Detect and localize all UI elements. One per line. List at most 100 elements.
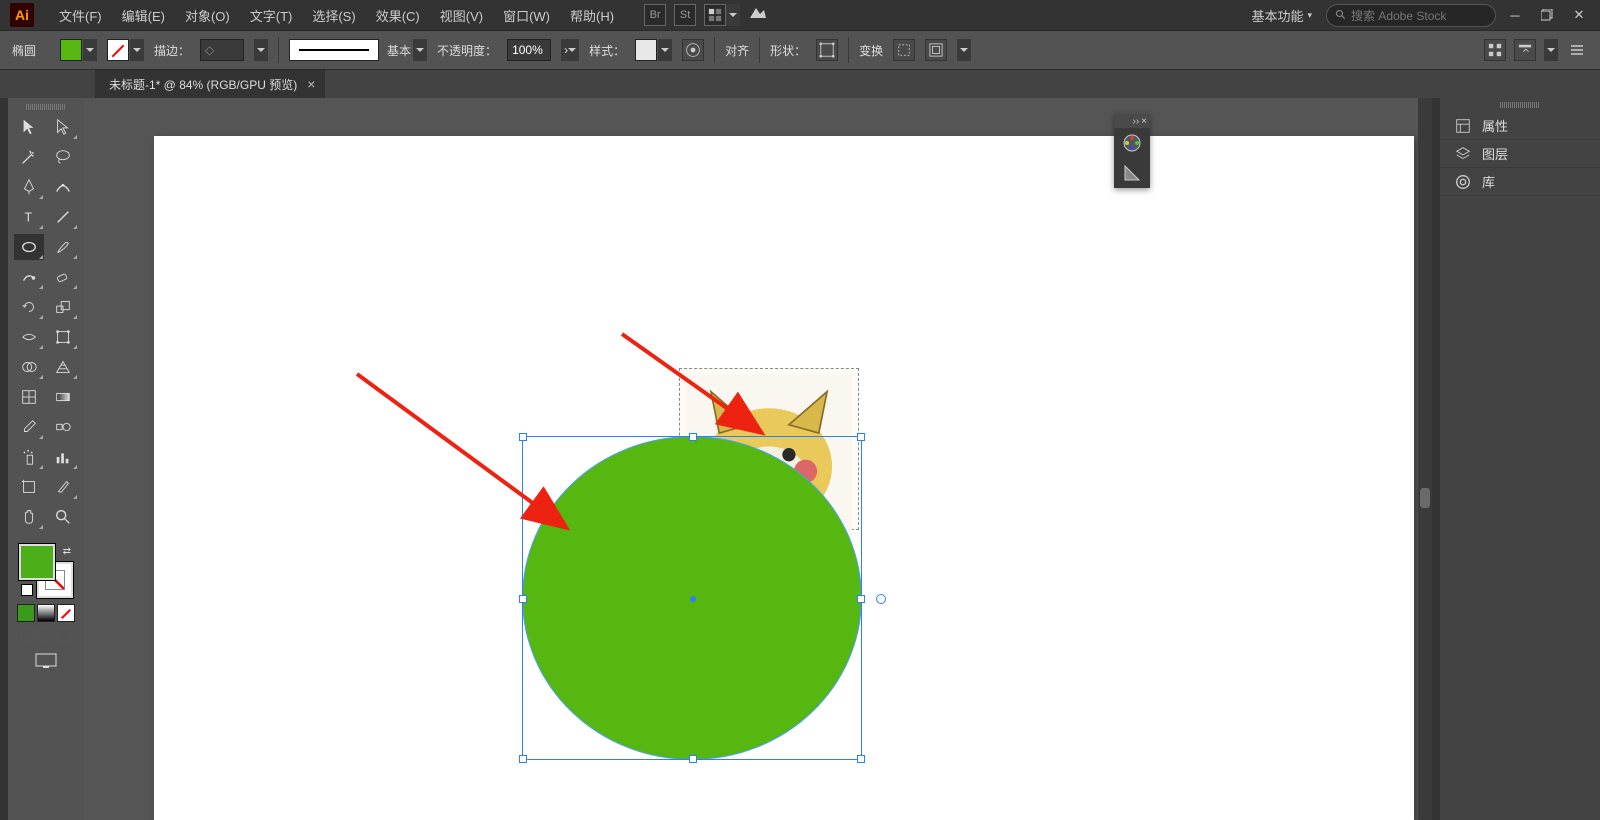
handle-s[interactable] xyxy=(689,755,697,763)
panel-libraries[interactable]: 库 xyxy=(1440,168,1600,196)
transform-label[interactable]: 变换 xyxy=(859,42,883,59)
width-tool[interactable] xyxy=(14,324,44,350)
screen-mode-icon[interactable] xyxy=(34,652,58,675)
color-mode-gradient[interactable] xyxy=(37,604,55,622)
bridge-icon[interactable]: Br xyxy=(644,4,666,26)
window-close-icon[interactable]: ✕ xyxy=(1566,5,1592,25)
close-icon[interactable]: × xyxy=(1141,116,1147,127)
perspective-tool[interactable] xyxy=(48,354,78,380)
fill-color-box[interactable] xyxy=(19,544,55,580)
menu-file[interactable]: 文件(F) xyxy=(49,6,112,25)
handle-se[interactable] xyxy=(857,755,865,763)
document-area[interactable]: ››× xyxy=(84,98,1432,820)
menu-window[interactable]: 窗口(W) xyxy=(493,6,560,25)
zoom-tool[interactable] xyxy=(48,504,78,530)
column-graph-tool[interactable] xyxy=(48,444,78,470)
menu-effect[interactable]: 效果(C) xyxy=(366,6,430,25)
vertical-scroll-thumb[interactable] xyxy=(1420,488,1430,508)
handle-nw[interactable] xyxy=(519,433,527,441)
curvature-tool[interactable] xyxy=(48,174,78,200)
stroke-weight-input[interactable]: ◇ xyxy=(200,39,244,61)
isolate-icon[interactable] xyxy=(925,39,947,61)
transform-dropdown[interactable] xyxy=(957,39,971,61)
stroke-profile[interactable]: 基本 xyxy=(289,39,427,61)
collapsed-panel-header[interactable]: ››× xyxy=(1114,114,1150,128)
handle-sw[interactable] xyxy=(519,755,527,763)
stock-icon[interactable]: St xyxy=(674,4,696,26)
recolor-icon[interactable] xyxy=(682,39,704,61)
panel-properties[interactable]: 属性 xyxy=(1440,112,1600,140)
color-guide-icon[interactable] xyxy=(1114,158,1150,188)
rotate-tool[interactable] xyxy=(14,294,44,320)
selection-tool[interactable] xyxy=(14,114,44,140)
free-transform-tool[interactable] xyxy=(48,324,78,350)
eyedropper-tool[interactable] xyxy=(14,414,44,440)
right-panel-grip[interactable] xyxy=(1500,102,1540,108)
line-tool[interactable] xyxy=(48,204,78,230)
panel-icon-1[interactable] xyxy=(1484,39,1506,61)
hand-tool[interactable] xyxy=(14,504,44,530)
direct-selection-tool[interactable] xyxy=(48,114,78,140)
expand-icon[interactable]: ›› xyxy=(1132,116,1139,127)
draw-behind[interactable] xyxy=(39,628,53,642)
align-label[interactable]: 对齐 xyxy=(725,42,749,59)
lasso-tool[interactable] xyxy=(48,144,78,170)
shaper-tool[interactable] xyxy=(14,264,44,290)
document-tab[interactable]: 未标题-1* @ 84% (RGB/GPU 预览) × xyxy=(95,70,325,98)
pen-tool[interactable] xyxy=(14,174,44,200)
swap-fill-stroke-icon[interactable]: ⇄ xyxy=(63,546,71,557)
color-panel-icon[interactable] xyxy=(1114,128,1150,158)
graphic-style-swatch[interactable] xyxy=(635,39,672,61)
arrange-dropdown[interactable] xyxy=(726,4,740,26)
window-restore-icon[interactable] xyxy=(1534,5,1560,25)
collapsed-panel-dock[interactable]: ››× xyxy=(1114,114,1150,188)
gradient-tool[interactable] xyxy=(48,384,78,410)
handle-w[interactable] xyxy=(519,595,527,603)
artboard-tool[interactable] xyxy=(14,474,44,500)
fill-stroke-widget[interactable]: ⇄ xyxy=(19,544,73,598)
transform-icon-1[interactable] xyxy=(893,39,915,61)
vertical-scrollbar[interactable] xyxy=(1418,98,1432,820)
paintbrush-tool[interactable] xyxy=(48,234,78,260)
type-tool[interactable]: T xyxy=(14,204,44,230)
draw-inside[interactable] xyxy=(57,628,71,642)
color-mode-none[interactable] xyxy=(57,604,75,622)
default-fill-stroke-icon[interactable] xyxy=(21,584,33,596)
window-minimize-icon[interactable]: ─ xyxy=(1502,5,1528,25)
menu-icon[interactable] xyxy=(1566,39,1588,61)
stroke-swatch[interactable] xyxy=(107,39,144,61)
arrange-docs-icon[interactable] xyxy=(704,4,726,26)
mesh-tool[interactable] xyxy=(14,384,44,410)
menu-select[interactable]: 选择(S) xyxy=(302,6,365,25)
menu-edit[interactable]: 编辑(E) xyxy=(112,6,175,25)
opacity-dropdown[interactable]: › xyxy=(561,39,579,61)
handle-ne[interactable] xyxy=(857,433,865,441)
gpu-icon[interactable] xyxy=(748,4,768,27)
color-mode-solid[interactable] xyxy=(17,604,35,622)
pie-handle[interactable] xyxy=(876,594,886,604)
panel-layers[interactable]: 图层 xyxy=(1440,140,1600,168)
slice-tool[interactable] xyxy=(48,474,78,500)
symbol-sprayer-tool[interactable] xyxy=(14,444,44,470)
panel-icon-2[interactable] xyxy=(1514,39,1536,61)
eraser-tool[interactable] xyxy=(48,264,78,290)
shape-props-icon[interactable] xyxy=(816,39,838,61)
panel-dropdown[interactable] xyxy=(1544,39,1558,61)
menu-view[interactable]: 视图(V) xyxy=(430,6,493,25)
workspace-switcher[interactable]: 基本功能 ▾ xyxy=(1243,6,1320,25)
opacity-input[interactable]: 100% xyxy=(507,39,551,61)
tab-close-icon[interactable]: × xyxy=(307,76,315,92)
menu-type[interactable]: 文字(T) xyxy=(240,6,303,25)
scale-tool[interactable] xyxy=(48,294,78,320)
fill-swatch[interactable] xyxy=(60,39,97,61)
handle-e[interactable] xyxy=(857,595,865,603)
shape-builder-tool[interactable] xyxy=(14,354,44,380)
blend-tool[interactable] xyxy=(48,414,78,440)
stroke-weight-dropdown[interactable] xyxy=(254,39,268,61)
ellipse-tool[interactable] xyxy=(14,234,44,260)
toolbox-grip[interactable] xyxy=(26,104,66,110)
menu-object[interactable]: 对象(O) xyxy=(175,6,240,25)
handle-n[interactable] xyxy=(689,433,697,441)
menu-help[interactable]: 帮助(H) xyxy=(560,6,624,25)
draw-normal[interactable] xyxy=(21,628,35,642)
